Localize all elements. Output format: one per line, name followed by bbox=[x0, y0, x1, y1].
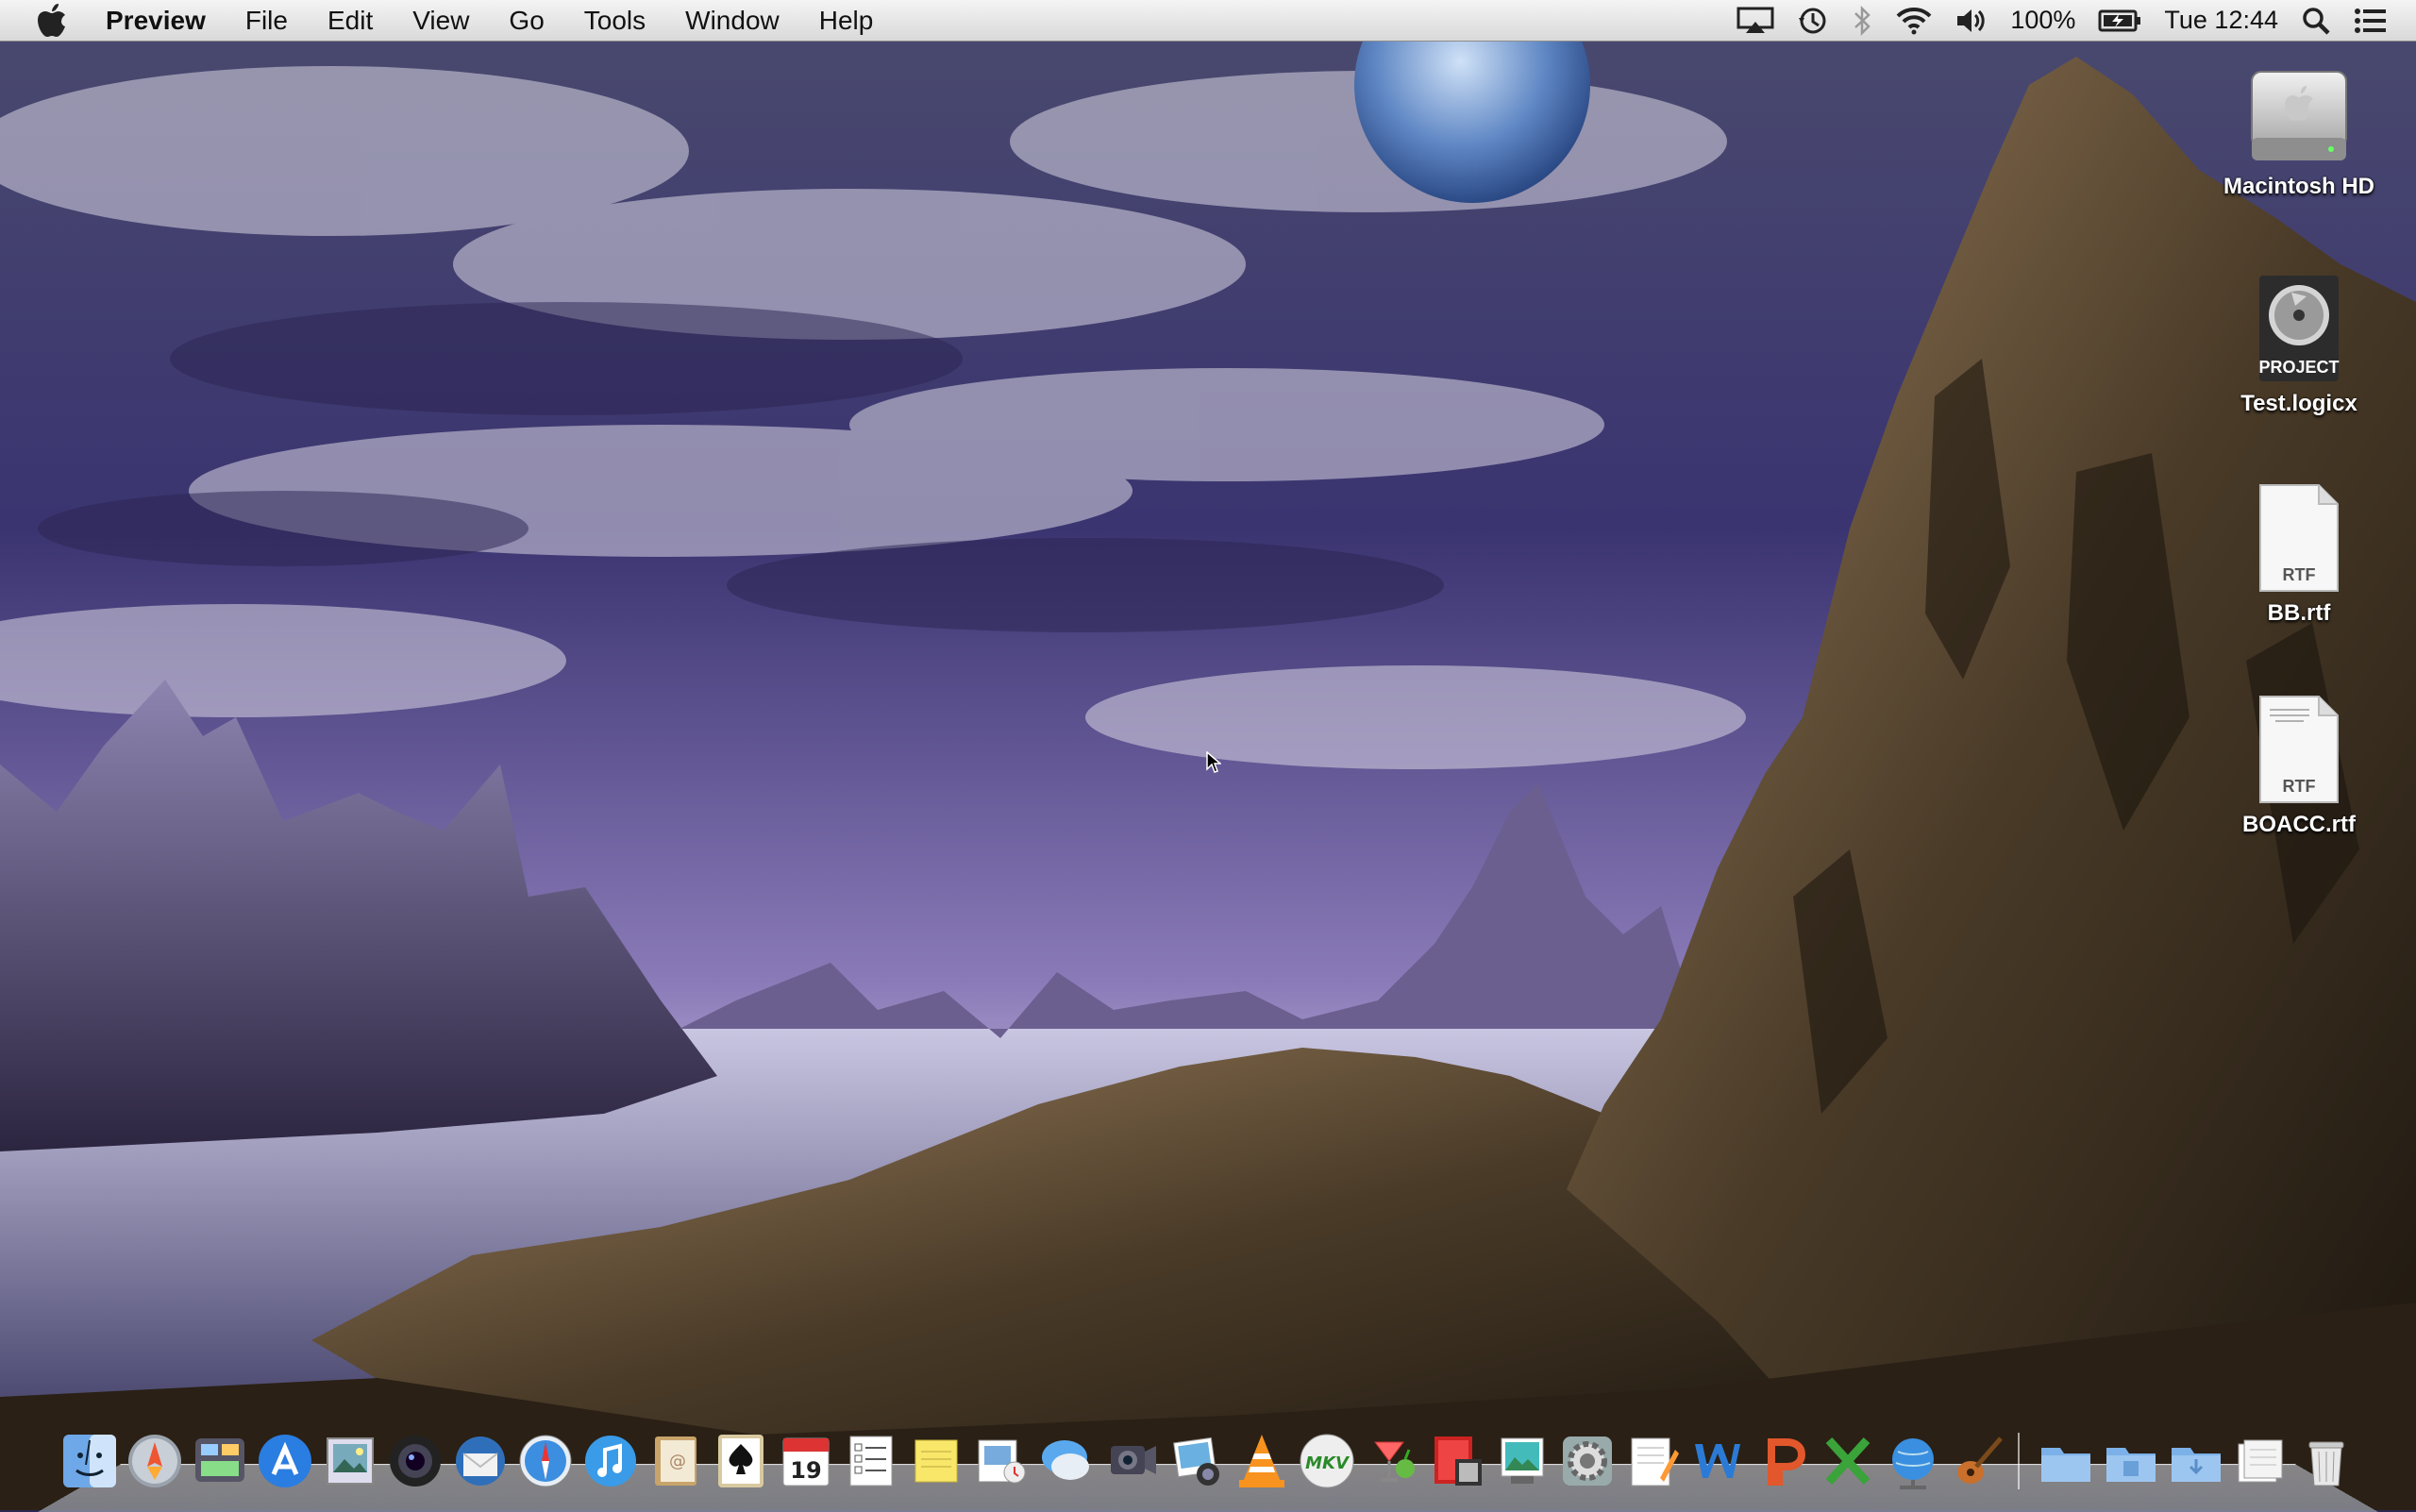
airplay-icon[interactable] bbox=[1725, 0, 1786, 42]
microsoft-word-icon[interactable] bbox=[1687, 1431, 1748, 1491]
mkv-label: MKV bbox=[1305, 1453, 1351, 1473]
network-utility-icon[interactable] bbox=[1883, 1431, 1943, 1491]
textedit-icon[interactable] bbox=[1622, 1431, 1683, 1491]
rtf-document-icon: RTF bbox=[2257, 693, 2341, 806]
spotlight-icon[interactable] bbox=[2290, 0, 2342, 42]
hard-drive-icon bbox=[2246, 64, 2352, 168]
apple-menu-icon[interactable] bbox=[19, 0, 85, 42]
vlc-icon[interactable] bbox=[1232, 1431, 1292, 1491]
microsoft-powerpoint-icon[interactable] bbox=[1753, 1431, 1813, 1491]
desktop-icon-label: BB.rtf bbox=[2205, 600, 2393, 627]
menu-edit[interactable]: Edit bbox=[308, 0, 393, 42]
desktop-icon-bb-rtf[interactable]: RTF BB.rtf bbox=[2205, 481, 2393, 627]
recent-docs-stack-icon[interactable] bbox=[2231, 1431, 2291, 1491]
menu-bar: Preview File Edit View Go Tools Window H… bbox=[0, 0, 2416, 42]
desktop-icon-label: Macintosh HD bbox=[2205, 174, 2393, 200]
menu-help[interactable]: Help bbox=[799, 0, 894, 42]
garageband-icon[interactable] bbox=[1948, 1431, 2008, 1491]
volume-icon[interactable] bbox=[1944, 0, 1999, 42]
bluetooth-icon[interactable] bbox=[1840, 0, 1884, 42]
calendar-date: 19 bbox=[790, 1457, 821, 1484]
menu-tools[interactable]: Tools bbox=[564, 0, 665, 42]
preview-docs-icon[interactable] bbox=[971, 1431, 1032, 1491]
dock: @ 19 MKV bbox=[57, 1423, 2359, 1499]
menu-view[interactable]: View bbox=[393, 0, 489, 42]
downloads-stack-icon[interactable] bbox=[2166, 1431, 2226, 1491]
mkv-player-icon[interactable]: MKV bbox=[1297, 1431, 1357, 1491]
desktop-icon-label: Test.logicx bbox=[2205, 391, 2393, 417]
reminders-icon[interactable] bbox=[841, 1431, 901, 1491]
iphoto-icon[interactable] bbox=[1166, 1431, 1227, 1491]
desktop-icon-macintosh-hd[interactable]: Macintosh HD bbox=[2205, 64, 2393, 200]
thunderbird-icon[interactable] bbox=[450, 1431, 511, 1491]
rtf-badge: RTF bbox=[2257, 777, 2341, 797]
desktop-icon-label: BOACC.rtf bbox=[2205, 812, 2393, 838]
project-badge: PROJECT bbox=[2256, 358, 2342, 378]
launchpad-icon[interactable] bbox=[125, 1431, 185, 1491]
logic-project-icon: PROJECT bbox=[2256, 272, 2342, 385]
itunes-icon[interactable] bbox=[580, 1431, 641, 1491]
desktop-icon-test-logicx[interactable]: PROJECT Test.logicx bbox=[2205, 272, 2393, 417]
app-menu-preview[interactable]: Preview bbox=[85, 0, 226, 42]
menu-file[interactable]: File bbox=[226, 0, 308, 42]
solitaire-icon[interactable] bbox=[711, 1431, 771, 1491]
app-store-icon[interactable] bbox=[255, 1431, 315, 1491]
battery-percentage[interactable]: 100% bbox=[1999, 0, 2087, 42]
calendar-icon[interactable]: 19 bbox=[776, 1431, 836, 1491]
time-machine-icon[interactable] bbox=[1786, 0, 1840, 42]
dock-separator bbox=[2018, 1433, 2025, 1489]
applications-stack-icon[interactable] bbox=[2036, 1431, 2096, 1491]
wifi-icon[interactable] bbox=[1884, 0, 1944, 42]
clock[interactable]: Tue 12:44 bbox=[2153, 0, 2290, 42]
menu-go[interactable]: Go bbox=[489, 0, 563, 42]
mouse-cursor-icon bbox=[1206, 751, 1221, 779]
microsoft-excel-icon[interactable] bbox=[1818, 1431, 1878, 1491]
cocktail-icon[interactable] bbox=[1362, 1431, 1422, 1491]
svg-text:@: @ bbox=[669, 1452, 686, 1471]
mission-control-icon[interactable] bbox=[190, 1431, 250, 1491]
contacts-icon[interactable]: @ bbox=[646, 1431, 706, 1491]
finder-icon[interactable] bbox=[59, 1431, 120, 1491]
image-capture-icon[interactable] bbox=[1492, 1431, 1552, 1491]
battery-icon[interactable] bbox=[2087, 0, 2153, 42]
system-preferences-icon[interactable] bbox=[1557, 1431, 1618, 1491]
status-menus: 100% Tue 12:44 bbox=[1725, 0, 2416, 42]
facetime-camera-icon[interactable] bbox=[385, 1431, 445, 1491]
stickies-icon[interactable] bbox=[906, 1431, 966, 1491]
notification-center-icon[interactable] bbox=[2342, 0, 2399, 42]
photo-slideshow-icon[interactable] bbox=[1427, 1431, 1487, 1491]
rtf-badge: RTF bbox=[2257, 565, 2341, 585]
documents-stack-icon[interactable] bbox=[2101, 1431, 2161, 1491]
safari-icon[interactable] bbox=[515, 1431, 576, 1491]
desktop-icon-boacc-rtf[interactable]: RTF BOACC.rtf bbox=[2205, 693, 2393, 838]
rtf-document-icon: RTF bbox=[2257, 481, 2341, 595]
preview-icon[interactable] bbox=[320, 1431, 380, 1491]
photo-booth-icon[interactable] bbox=[1101, 1431, 1162, 1491]
messages-icon[interactable] bbox=[1036, 1431, 1097, 1491]
menu-window[interactable]: Window bbox=[665, 0, 799, 42]
trash-icon[interactable] bbox=[2296, 1431, 2357, 1491]
